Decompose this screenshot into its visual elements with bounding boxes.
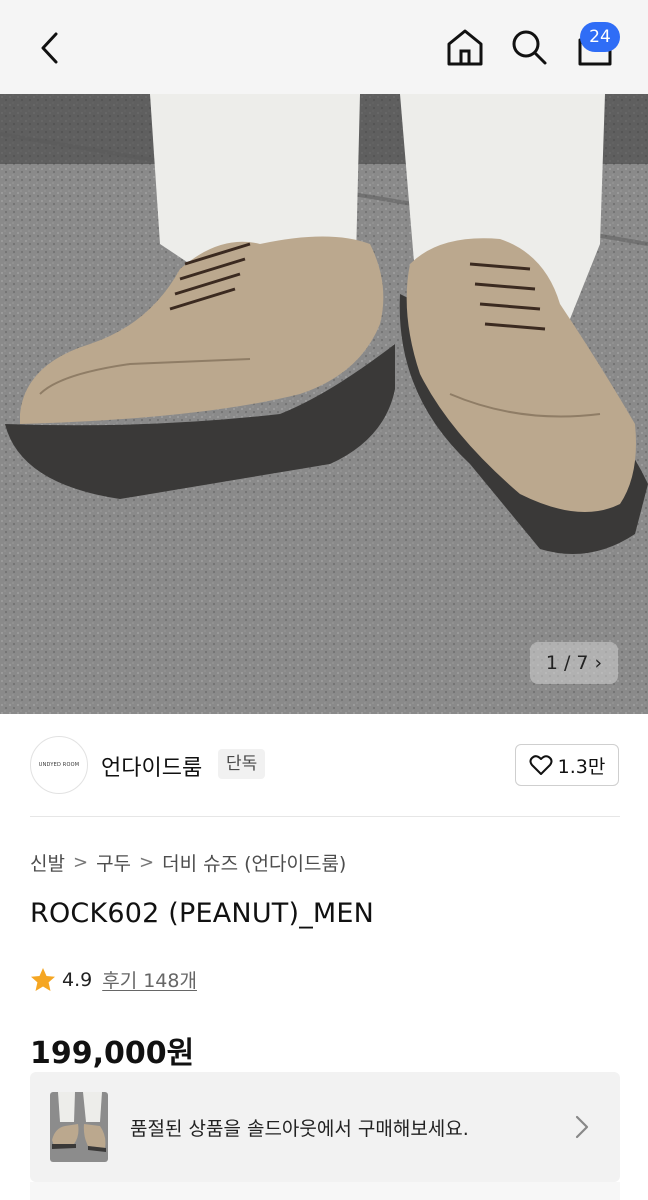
seller-row: UNDYED ROOM 언다이드룸 단독 1.3만 <box>0 714 648 816</box>
chevron-right-icon <box>575 1115 589 1139</box>
chevron-left-icon[interactable] <box>34 28 68 68</box>
heart-icon <box>529 755 553 775</box>
brand-logo[interactable]: UNDYED ROOM <box>30 736 88 794</box>
like-count: 1.3만 <box>557 755 606 778</box>
gallery-pager[interactable]: 1 / 7 › <box>530 642 618 684</box>
breadcrumb-item-derby-shoes[interactable]: 더비 슈즈 (언다이드룸) <box>162 849 346 876</box>
cart-count-badge: 24 <box>580 22 620 52</box>
search-icon[interactable] <box>508 26 550 68</box>
chevron-right-icon: > <box>72 852 89 873</box>
next-section-edge <box>30 1182 620 1200</box>
soldout-thumbnail <box>50 1092 108 1162</box>
rating-row: 4.9 후기 148개 <box>30 966 197 993</box>
breadcrumb-item-shoes[interactable]: 신발 <box>30 849 65 876</box>
product-image-gallery[interactable] <box>0 94 648 714</box>
top-navigation-bar: 24 <box>0 0 648 94</box>
soldout-banner[interactable]: 품절된 상품을 솔드아웃에서 구매해보세요. <box>30 1072 620 1182</box>
section-divider <box>30 816 620 817</box>
breadcrumb: 신발 > 구두 > 더비 슈즈 (언다이드룸) <box>30 849 346 876</box>
breadcrumb-item-dress-shoes[interactable]: 구두 <box>96 849 131 876</box>
review-count-link[interactable]: 후기 148개 <box>102 966 197 993</box>
home-icon[interactable] <box>444 26 486 68</box>
like-button[interactable]: 1.3만 <box>515 744 619 786</box>
rating-score: 4.9 <box>62 968 93 991</box>
product-price: 199,000원 <box>30 1036 195 1071</box>
brand-name[interactable]: 언다이드룸 <box>101 750 202 782</box>
soldout-message: 품절된 상품을 솔드아웃에서 구매해보세요. <box>130 1118 469 1140</box>
exclusive-badge: 단독 <box>218 749 266 779</box>
product-photo <box>0 94 648 714</box>
product-title: ROCK602 (PEANUT)_MEN <box>30 898 375 929</box>
chevron-right-icon: > <box>139 852 155 873</box>
star-icon <box>31 967 55 991</box>
